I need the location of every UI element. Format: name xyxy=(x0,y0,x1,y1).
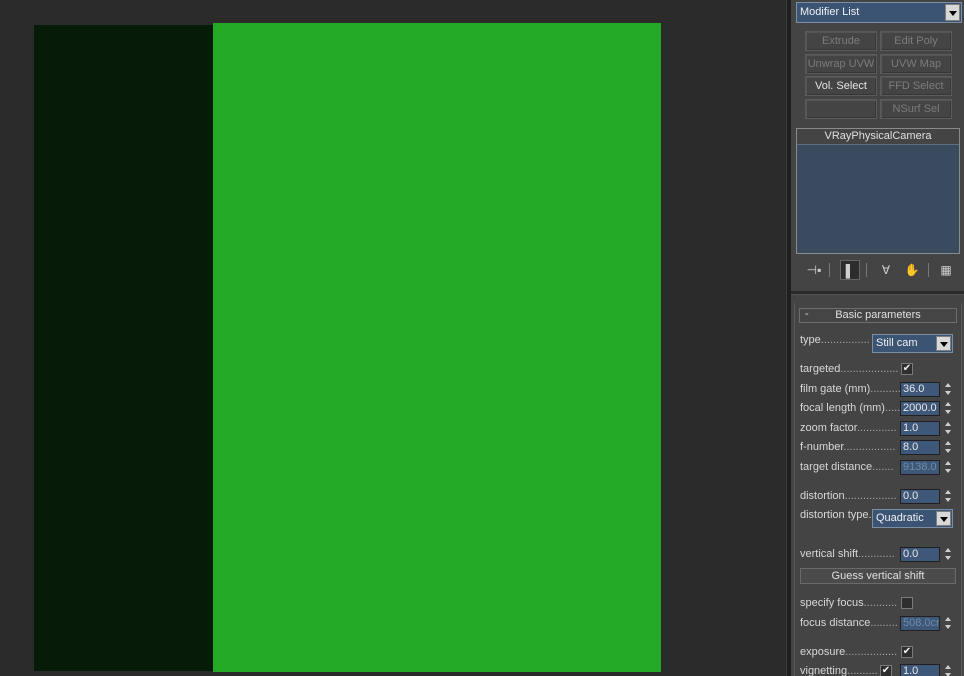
modifier-list-dropdown[interactable]: Modifier List xyxy=(796,2,962,23)
camera-type-dropdown[interactable]: Still cam xyxy=(872,334,953,353)
modifier-list-label: Modifier List xyxy=(800,6,860,18)
rollout-header[interactable]: - Basic parameters xyxy=(799,308,957,323)
remove-modifier-icon[interactable]: ✋ xyxy=(902,260,922,280)
vertical-shift-label: vertical shift............ xyxy=(800,548,895,560)
vignetting-spinner-icon[interactable] xyxy=(944,664,953,676)
focus-distance-label: focus distance......... xyxy=(800,617,898,629)
targeted-checkbox[interactable]: ✔ xyxy=(901,363,913,375)
collapse-icon[interactable]: - xyxy=(805,308,809,321)
film-gate-spinner-icon[interactable] xyxy=(944,382,953,397)
zoom-factor-label: zoom factor............. xyxy=(800,422,897,434)
modifier-button-vol-select[interactable]: Vol. Select xyxy=(805,76,877,96)
modifier-button-empty[interactable] xyxy=(805,99,877,119)
vignetting-field[interactable]: 1.0 xyxy=(900,664,940,676)
distortion-spinner-icon[interactable] xyxy=(944,489,953,504)
focal-length-label: focal length (mm)..... xyxy=(800,402,901,414)
f-number-label: f-number................. xyxy=(800,441,896,453)
dark-green-plane xyxy=(34,25,213,671)
film-gate-field[interactable]: 36.0 xyxy=(900,382,940,397)
command-panel: Modifier List Extrude Edit Poly Unwrap U… xyxy=(791,0,964,676)
f-number-field[interactable]: 8.0 xyxy=(900,440,940,455)
target-distance-field[interactable]: 9138.0 xyxy=(900,460,940,475)
modifier-button-extrude[interactable]: Extrude xyxy=(805,31,877,51)
vertical-shift-field[interactable]: 0.0 xyxy=(900,547,940,562)
focal-length-spinner-icon[interactable] xyxy=(944,401,953,416)
configure-modifier-sets-icon[interactable]: ▦ xyxy=(936,260,956,280)
focus-distance-spinner-icon[interactable] xyxy=(944,616,953,631)
basic-parameters-rollout: - Basic parameters type................ … xyxy=(794,303,962,676)
show-end-result-icon[interactable]: ▌ xyxy=(840,260,860,280)
modifier-button-unwrap-uvw[interactable]: Unwrap UVW xyxy=(805,54,877,74)
specify-focus-checkbox[interactable] xyxy=(901,597,913,609)
stack-item-vray-physical-camera[interactable]: VRayPhysicalCamera xyxy=(797,129,959,145)
vertical-shift-spinner-icon[interactable] xyxy=(944,547,953,562)
film-gate-label: film gate (mm)........... xyxy=(800,383,904,395)
vignetting-label: vignetting.......... xyxy=(800,665,878,676)
target-distance-label: target distance....... xyxy=(800,461,894,473)
toolbar-separator xyxy=(928,263,929,277)
zoom-factor-spinner-icon[interactable] xyxy=(944,421,953,436)
distortion-type-value: Quadratic xyxy=(876,512,924,524)
toolbar-separator xyxy=(866,263,867,277)
distortion-field[interactable]: 0.0 xyxy=(900,489,940,504)
zoom-factor-field[interactable]: 1.0 xyxy=(900,421,940,436)
bright-green-plane xyxy=(213,23,661,672)
target-distance-spinner-icon[interactable] xyxy=(944,460,953,475)
rollout-title: Basic parameters xyxy=(835,309,921,321)
specify-focus-label: specify focus........... xyxy=(800,597,898,609)
modifier-button-edit-poly[interactable]: Edit Poly xyxy=(880,31,952,51)
vignetting-checkbox[interactable]: ✔ xyxy=(880,665,892,676)
modifier-button-uvw-map[interactable]: UVW Map xyxy=(880,54,952,74)
panel-separator xyxy=(791,291,964,295)
modifier-stack[interactable]: VRayPhysicalCamera xyxy=(796,128,960,254)
distortion-label: distortion................. xyxy=(800,490,897,502)
distortion-type-dropdown[interactable]: Quadratic xyxy=(872,509,953,528)
modifier-button-ffd-select[interactable]: FFD Select xyxy=(880,76,952,96)
guess-vertical-shift-button[interactable]: Guess vertical shift xyxy=(800,568,956,584)
focus-distance-field[interactable]: 508.0cr xyxy=(900,616,940,631)
targeted-label: targeted................... xyxy=(800,363,899,375)
f-number-spinner-icon[interactable] xyxy=(944,440,953,455)
exposure-label: exposure................. xyxy=(800,646,898,658)
make-unique-icon[interactable]: ∀ xyxy=(876,260,896,280)
viewport[interactable] xyxy=(0,0,786,676)
toolbar-separator xyxy=(829,263,830,277)
chevron-down-icon[interactable] xyxy=(945,4,960,21)
exposure-checkbox[interactable]: ✔ xyxy=(901,646,913,658)
type-label: type................ xyxy=(800,334,870,346)
stack-toolbar: ⊣▪ ▌ ∀ ✋ ▦ xyxy=(796,260,960,280)
chevron-down-icon[interactable] xyxy=(936,511,951,526)
focal-length-field[interactable]: 2000.0 xyxy=(900,401,940,416)
chevron-down-icon[interactable] xyxy=(936,336,951,351)
pin-stack-icon[interactable]: ⊣▪ xyxy=(804,260,824,280)
modifier-button-nsurf-sel[interactable]: NSurf Sel xyxy=(880,99,952,119)
camera-type-value: Still cam xyxy=(876,337,918,349)
distortion-type-label: distortion type. xyxy=(800,509,872,521)
